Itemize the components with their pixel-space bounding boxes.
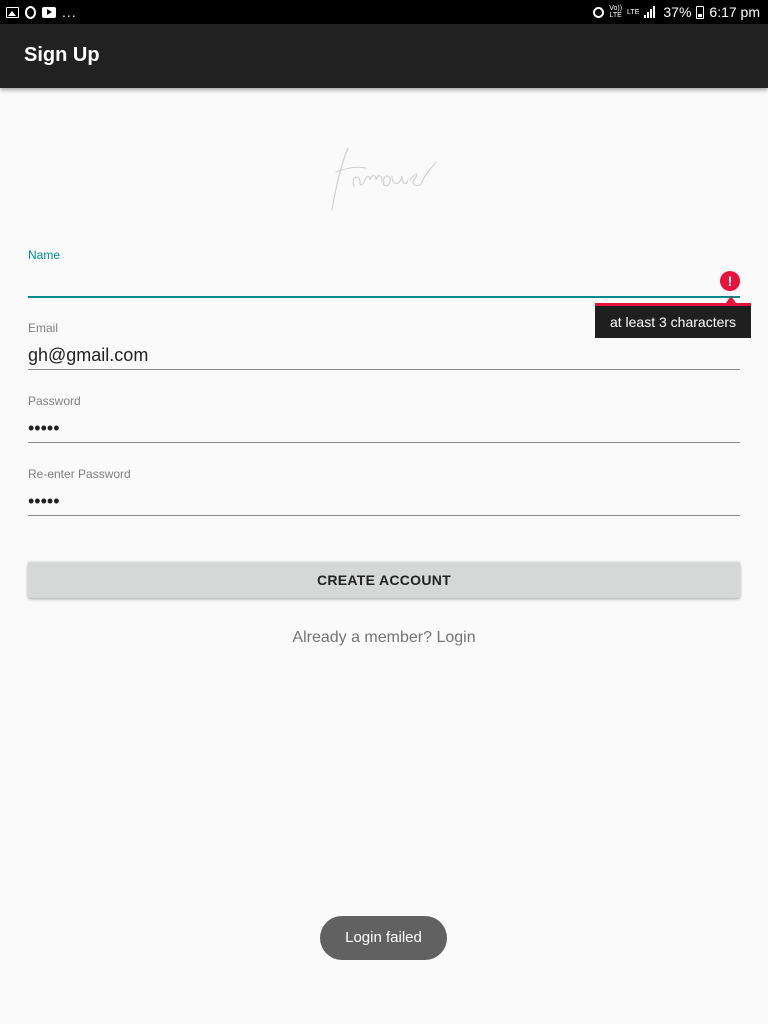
- email-input[interactable]: gh@gmail.com: [28, 345, 148, 366]
- page-title: Sign Up: [24, 44, 100, 66]
- login-link[interactable]: Already a member? Login: [0, 629, 768, 647]
- reenter-password-label: Re-enter Password: [28, 467, 131, 481]
- create-account-button[interactable]: CREATE ACCOUNT: [28, 562, 740, 598]
- password-underline: [28, 442, 740, 443]
- clock: 6:17 pm: [709, 4, 760, 20]
- volte-icon: Vo)) LTE: [609, 5, 622, 19]
- youtube-icon: [42, 6, 56, 18]
- email-field[interactable]: Email gh@gmail.com: [28, 321, 740, 371]
- battery-icon: [696, 5, 705, 19]
- opera-icon: [25, 5, 36, 19]
- image-icon: [6, 6, 19, 18]
- famous-logo: [331, 147, 437, 211]
- name-underline: [28, 296, 740, 298]
- email-label: Email: [28, 321, 59, 335]
- alarm-icon: [593, 6, 605, 18]
- error-pointer: [726, 296, 736, 303]
- reenter-password-underline: [28, 515, 740, 516]
- lte-label: LTE: [627, 8, 640, 16]
- volte-top: Vo)): [609, 5, 623, 12]
- reenter-password-field[interactable]: Re-enter Password •••••: [28, 467, 740, 517]
- battery-percent: 37%: [663, 4, 692, 20]
- overflow-notifications: ...: [62, 4, 77, 20]
- toast-message: Login failed: [320, 916, 447, 960]
- password-input[interactable]: •••••: [28, 418, 60, 439]
- name-field[interactable]: Name: [28, 248, 740, 300]
- app-bar: Sign Up: [0, 24, 768, 88]
- email-underline: [28, 369, 740, 370]
- password-field[interactable]: Password •••••: [28, 394, 740, 444]
- status-bar: ... Vo)) LTE LTE 37% 6:17 pm: [0, 0, 768, 24]
- name-label: Name: [28, 248, 61, 262]
- signal-icon: [644, 6, 658, 18]
- status-bar-left: ...: [6, 0, 77, 24]
- reenter-password-input[interactable]: •••••: [28, 491, 60, 512]
- status-bar-right: Vo)) LTE LTE 37% 6:17 pm: [593, 0, 760, 24]
- volte-bottom: LTE: [609, 12, 622, 19]
- error-icon: !: [720, 271, 740, 291]
- password-label: Password: [28, 394, 81, 408]
